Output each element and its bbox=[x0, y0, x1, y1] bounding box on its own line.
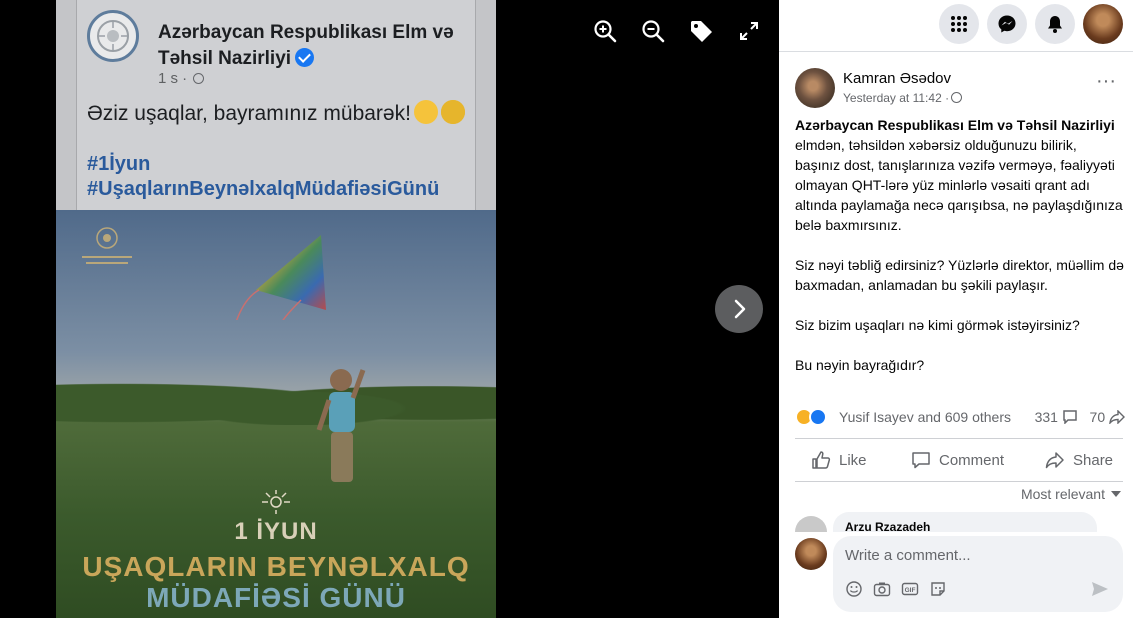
like-button[interactable]: Like bbox=[811, 445, 867, 475]
image-banner-line-2: UŞAQLARIN BEYNƏLXALQ bbox=[82, 551, 470, 582]
kite-icon bbox=[235, 235, 326, 320]
author-avatar[interactable] bbox=[795, 68, 835, 108]
next-photo-button[interactable] bbox=[715, 285, 763, 333]
post-timestamp[interactable]: Yesterday at 11:42 · bbox=[843, 91, 963, 105]
thumbs-up-icon bbox=[812, 451, 831, 469]
kite-scene: 1 İYUN UŞAQLARIN BEYNƏLXALQ MÜDAFİƏSİ GÜ… bbox=[56, 210, 496, 618]
card-text: Əziz uşaqlar, bayramınız mübarək! bbox=[87, 100, 465, 126]
screenshot-card: Azərbaycan Respublikası Elm və Təhsil Na… bbox=[56, 0, 496, 210]
bell-icon bbox=[1048, 16, 1062, 33]
comment-button[interactable]: Comment bbox=[911, 445, 1004, 475]
author-name[interactable]: Kamran Əsədov bbox=[843, 70, 951, 87]
post-paragraph-1-text: elmdən, təhsildən xəbərsiz olduğunuzu bi… bbox=[795, 137, 1123, 233]
share-button[interactable]: Share bbox=[1045, 445, 1113, 475]
post-timestamp-text: Yesterday at 11:42 · bbox=[843, 91, 950, 105]
comment-bubble-icon bbox=[1063, 410, 1077, 425]
grid-menu-icon bbox=[951, 16, 967, 32]
more-options-button[interactable]: ··· bbox=[1095, 71, 1117, 99]
like-reaction-icon bbox=[809, 408, 827, 426]
share-button-label: Share bbox=[1073, 451, 1114, 469]
globe-icon bbox=[951, 92, 963, 103]
post-paragraph-4: Bu nəyin bayrağıdır? bbox=[795, 357, 925, 373]
top-bar bbox=[779, 0, 1133, 52]
card-meta: 1 s · bbox=[158, 70, 205, 87]
ministry-emblem-icon bbox=[82, 227, 132, 264]
svg-text:GIF: GIF bbox=[905, 587, 916, 594]
share-arrow-icon bbox=[1109, 409, 1125, 426]
camera-icon[interactable] bbox=[873, 580, 891, 598]
comment-sort-dropdown[interactable]: Most relevant bbox=[1021, 486, 1121, 502]
child-figure bbox=[316, 369, 366, 482]
card-text-content: Əziz uşaqlar, bayramınız mübarək! bbox=[87, 102, 411, 125]
post-paragraph-3: Siz bizim uşaqları nə kimi görmək istəyi… bbox=[795, 317, 1080, 333]
party-face-emoji-icon bbox=[413, 100, 438, 124]
comments-count[interactable]: 331 bbox=[1035, 409, 1058, 425]
reactions-bar: Yusif Isayev and 609 others 331 70 bbox=[795, 406, 1125, 428]
star-struck-emoji-icon bbox=[440, 100, 465, 124]
post-paragraph-1: Azərbaycan Respublikası Elm və Təhsil Na… bbox=[795, 115, 1125, 235]
post-body: Azərbaycan Respublikası Elm və Təhsil Na… bbox=[795, 115, 1125, 395]
ministry-logo bbox=[87, 10, 139, 62]
menu-button[interactable] bbox=[939, 4, 979, 44]
image-banner-line-1: 1 İYUN bbox=[234, 518, 318, 545]
hashtag-1: #1İyun bbox=[87, 153, 151, 175]
messenger-button[interactable] bbox=[987, 4, 1027, 44]
comment-sort-label: Most relevant bbox=[1020, 486, 1105, 502]
card-org-name: Azərbaycan Respublikası Elm və Təhsil Na… bbox=[158, 20, 478, 72]
tree-line bbox=[56, 370, 496, 425]
sticker-icon[interactable] bbox=[929, 580, 947, 598]
post-paragraph-2: Siz nəyi təbliğ edirsiniz? Yüzlərlə dire… bbox=[795, 257, 1124, 293]
post-actions: Like Comment Share bbox=[795, 438, 1123, 482]
post-image[interactable]: Azərbaycan Respublikası Elm və Təhsil Na… bbox=[56, 0, 496, 618]
card-meta-text: 1 s · bbox=[158, 70, 188, 87]
photo-viewer: Azərbaycan Respublikası Elm və Təhsil Na… bbox=[0, 0, 779, 618]
comment-button-label: Comment bbox=[939, 451, 1005, 469]
send-icon[interactable] bbox=[1091, 580, 1109, 598]
tagged-page-link[interactable]: Azərbaycan Respublikası Elm və Təhsil Na… bbox=[795, 117, 1115, 133]
zoom-out-icon[interactable] bbox=[640, 18, 666, 44]
globe-icon bbox=[193, 73, 205, 84]
emoji-icon[interactable] bbox=[845, 580, 863, 598]
comment-icon bbox=[912, 452, 930, 469]
card-hashtags: #1İyun #UşaqlarınBeynəlxalqMüdafiəsiGünü bbox=[87, 152, 439, 202]
engagement-counts: 331 70 bbox=[1035, 409, 1125, 426]
commenter-avatar[interactable] bbox=[795, 516, 827, 532]
notifications-button[interactable] bbox=[1035, 4, 1075, 44]
reactions-summary[interactable]: Yusif Isayev and 609 others bbox=[839, 409, 1011, 425]
comment-peek: Arzu Rzazadeh bbox=[795, 512, 1125, 532]
messenger-icon bbox=[998, 15, 1016, 33]
gif-icon[interactable]: GIF bbox=[901, 580, 919, 598]
image-banner-line-3: MÜDAFİƏSİ GÜNÜ bbox=[146, 582, 406, 613]
like-button-label: Like bbox=[839, 451, 867, 469]
fullscreen-icon[interactable] bbox=[736, 18, 762, 44]
sun-emblem-icon bbox=[262, 490, 290, 514]
tag-icon[interactable] bbox=[688, 18, 714, 44]
shares-count[interactable]: 70 bbox=[1090, 409, 1106, 425]
account-avatar[interactable] bbox=[1083, 4, 1123, 44]
comment-composer: GIF bbox=[833, 536, 1123, 612]
composer-avatar bbox=[795, 538, 827, 570]
share-icon bbox=[1045, 452, 1064, 469]
caret-down-icon bbox=[1111, 491, 1121, 497]
post-sidebar: Kamran Əsədov Yesterday at 11:42 · ··· A… bbox=[779, 0, 1133, 618]
verified-badge-icon bbox=[295, 48, 315, 67]
comment-bubble: Arzu Rzazadeh bbox=[833, 512, 1097, 532]
hashtag-2: #UşaqlarınBeynəlxalqMüdafiəsiGünü bbox=[87, 178, 440, 200]
comment-input[interactable] bbox=[845, 544, 1105, 566]
chevron-right-icon bbox=[734, 299, 746, 319]
zoom-in-icon[interactable] bbox=[592, 18, 618, 44]
commenter-name[interactable]: Arzu Rzazadeh bbox=[845, 520, 930, 532]
